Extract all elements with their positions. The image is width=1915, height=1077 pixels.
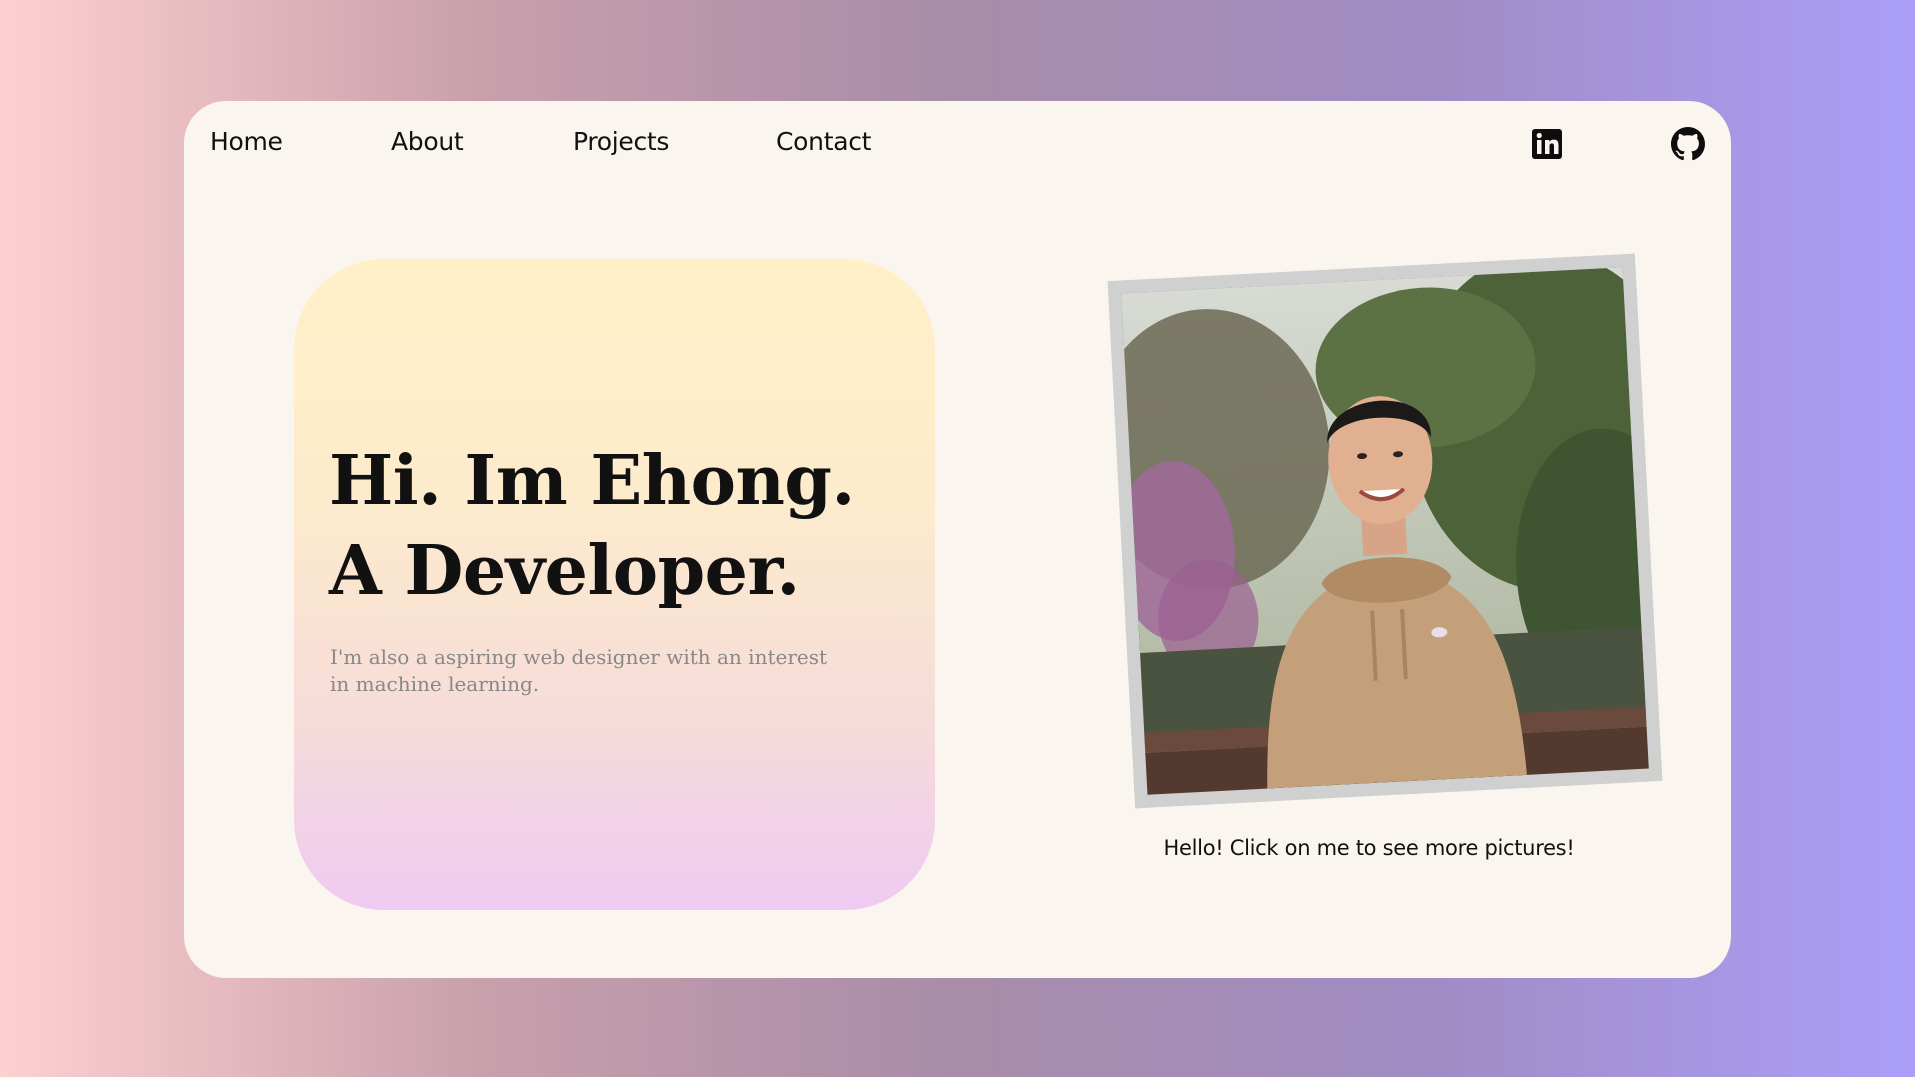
top-nav: Home About Projects Contact — [184, 101, 1731, 191]
main-card: Home About Projects Contact Hi. Im Ehong… — [184, 101, 1731, 978]
nav-projects-link[interactable]: Projects — [573, 127, 669, 156]
hero-subtitle: I'm also a aspiring web designer with an… — [330, 645, 828, 696]
linkedin-icon[interactable] — [1530, 127, 1564, 161]
hero-title-line2: A Developer. — [329, 531, 800, 611]
profile-photo-frame[interactable] — [1107, 253, 1663, 809]
hero-title: Hi. Im Ehong. A Developer. — [329, 436, 855, 616]
nav-contact-link[interactable]: Contact — [776, 127, 871, 156]
nav-about-link[interactable]: About — [391, 127, 464, 156]
hero-title-line1: Hi. Im Ehong. — [329, 441, 855, 521]
nav-home-link[interactable]: Home — [210, 127, 283, 156]
profile-photo[interactable] — [1121, 267, 1649, 795]
photo-caption: Hello! Click on me to see more pictures! — [1163, 836, 1575, 860]
github-icon[interactable] — [1671, 127, 1705, 161]
